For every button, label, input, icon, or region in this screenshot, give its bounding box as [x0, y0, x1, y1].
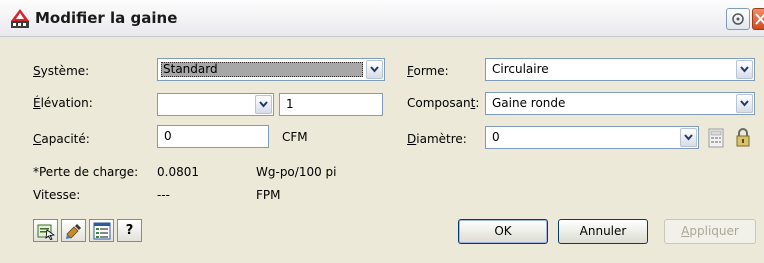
- capacity-unit: CFM: [282, 130, 308, 144]
- title-bar[interactable]: Modifier la gaine: [0, 0, 764, 37]
- shape-dropdown-button[interactable]: [736, 60, 753, 79]
- help-button[interactable]: ?: [117, 219, 142, 242]
- chevron-down-icon: [370, 66, 379, 73]
- match-properties-button[interactable]: [61, 219, 86, 242]
- diameter-value: 0: [492, 130, 500, 144]
- velocity-unit: FPM: [256, 188, 281, 202]
- context-help-button[interactable]: [726, 8, 750, 30]
- mep-logo-icon: [11, 9, 29, 28]
- window-title: Modifier la gaine: [35, 9, 178, 27]
- chevron-down-icon: [259, 101, 268, 108]
- help-pointer-icon: [732, 13, 744, 25]
- pressure-loss-label: *Perte de charge:: [33, 165, 139, 179]
- system-label: Système:: [33, 64, 90, 78]
- velocity-value: ---: [157, 188, 170, 202]
- shape-value: Circulaire: [492, 62, 549, 76]
- match-properties-icon: [66, 223, 82, 239]
- elevation-value: 1: [286, 97, 294, 111]
- diameter-select[interactable]: 0: [485, 126, 699, 149]
- component-select[interactable]: Gaine ronde: [485, 92, 755, 115]
- chevron-down-icon: [684, 134, 693, 141]
- modify-duct-dialog: Modifier la gaine Système: Standard Élév…: [0, 0, 764, 263]
- capacity-value: 0: [164, 129, 172, 143]
- ok-button[interactable]: OK: [458, 219, 548, 244]
- lock-icon[interactable]: [734, 127, 752, 147]
- component-value: Gaine ronde: [492, 96, 566, 110]
- elevation-reference-select[interactable]: [157, 93, 274, 116]
- velocity-label: Vitesse:: [33, 188, 81, 202]
- properties-icon: [93, 222, 111, 240]
- elevation-label: Élévation:: [33, 96, 93, 110]
- calculator-icon[interactable]: [707, 128, 725, 148]
- select-objects-button[interactable]: [33, 219, 58, 242]
- pressure-loss-value: 0.0801: [157, 165, 199, 179]
- chevron-down-icon: [740, 100, 749, 107]
- close-button[interactable]: [752, 8, 764, 30]
- shape-select[interactable]: Circulaire: [485, 58, 755, 81]
- diameter-dropdown-button[interactable]: [680, 128, 697, 147]
- elevation-dropdown-button[interactable]: [255, 95, 272, 114]
- pressure-loss-unit: Wg-po/100 pi: [256, 165, 337, 179]
- capacity-input[interactable]: 0: [157, 125, 269, 148]
- apply-button[interactable]: Appliquer: [664, 219, 756, 244]
- properties-button[interactable]: [89, 219, 114, 242]
- chevron-down-icon: [740, 66, 749, 73]
- elevation-input[interactable]: 1: [279, 93, 383, 116]
- diameter-label: Diamètre:: [407, 132, 467, 146]
- help-icon: ?: [125, 223, 134, 238]
- select-objects-icon: [37, 224, 55, 240]
- cancel-button[interactable]: Annuler: [558, 219, 648, 244]
- shape-label: Forme:: [407, 64, 449, 78]
- component-dropdown-button[interactable]: [736, 94, 753, 113]
- component-label: Composant:: [407, 96, 480, 110]
- system-dropdown-button[interactable]: [366, 60, 383, 79]
- capacity-label: Capacité:: [33, 132, 90, 146]
- close-icon: [755, 13, 764, 25]
- system-select[interactable]: Standard: [157, 58, 385, 81]
- system-value: Standard: [163, 62, 218, 76]
